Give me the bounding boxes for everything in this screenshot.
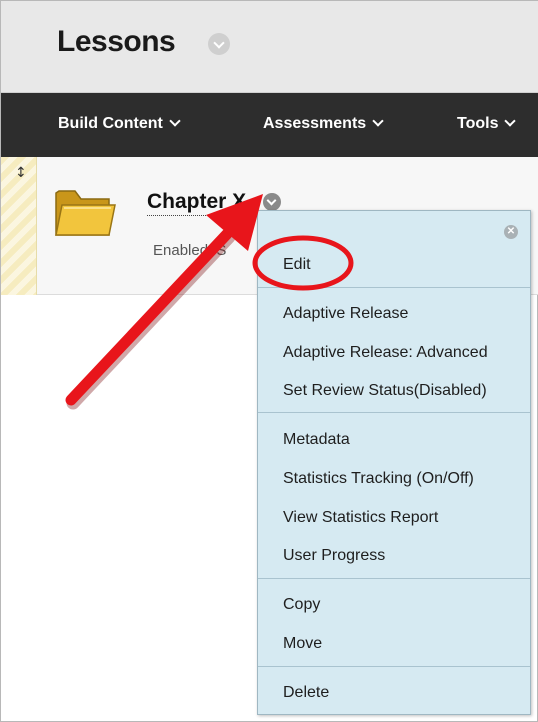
menu-item-set-review-status[interactable]: Set Review Status(Disabled)	[283, 382, 487, 400]
page-header: Lessons	[1, 1, 538, 93]
action-toolbar: Build Content Assessments Tools	[1, 93, 538, 157]
chevron-down-icon	[504, 115, 517, 127]
menu-item-statistics-tracking[interactable]: Statistics Tracking (On/Off)	[283, 470, 474, 488]
folder-icon	[55, 190, 116, 236]
menu-divider	[258, 287, 530, 288]
item-context-menu: ✕ Edit Adaptive Release Adaptive Release…	[257, 210, 531, 715]
content-item-status: Enabled: S	[153, 242, 227, 259]
menu-item-move[interactable]: Move	[283, 635, 322, 653]
assessments-label: Assessments	[263, 115, 367, 132]
menu-divider	[258, 578, 530, 579]
content-item-title-link[interactable]: Chapter X	[147, 189, 247, 216]
menu-item-view-statistics-report[interactable]: View Statistics Report	[283, 509, 438, 527]
menu-item-copy[interactable]: Copy	[283, 596, 320, 614]
menu-item-metadata[interactable]: Metadata	[283, 431, 350, 449]
chevron-down-icon	[169, 115, 181, 127]
menu-item-adaptive-release[interactable]: Adaptive Release	[283, 305, 408, 323]
drag-handle[interactable]: ↕	[1, 157, 37, 295]
item-options-chevron-icon[interactable]	[263, 193, 281, 211]
tools-menu[interactable]: Tools	[457, 115, 517, 133]
chevron-down-icon	[372, 115, 384, 127]
close-icon[interactable]: ✕	[504, 225, 518, 239]
tools-label: Tools	[457, 115, 499, 132]
build-content-menu[interactable]: Build Content	[58, 115, 181, 133]
build-content-label: Build Content	[58, 115, 163, 132]
page-options-chevron-icon[interactable]	[208, 33, 230, 55]
menu-divider	[258, 412, 530, 413]
menu-item-user-progress[interactable]: User Progress	[283, 547, 385, 565]
drag-handle-icon: ↕	[15, 165, 27, 181]
page-title: Lessons	[57, 25, 176, 58]
menu-item-edit[interactable]: Edit	[283, 256, 311, 274]
menu-item-delete[interactable]: Delete	[283, 684, 329, 702]
assessments-menu[interactable]: Assessments	[263, 115, 384, 133]
menu-item-adaptive-release-advanced[interactable]: Adaptive Release: Advanced	[283, 344, 488, 362]
menu-divider	[258, 666, 530, 667]
